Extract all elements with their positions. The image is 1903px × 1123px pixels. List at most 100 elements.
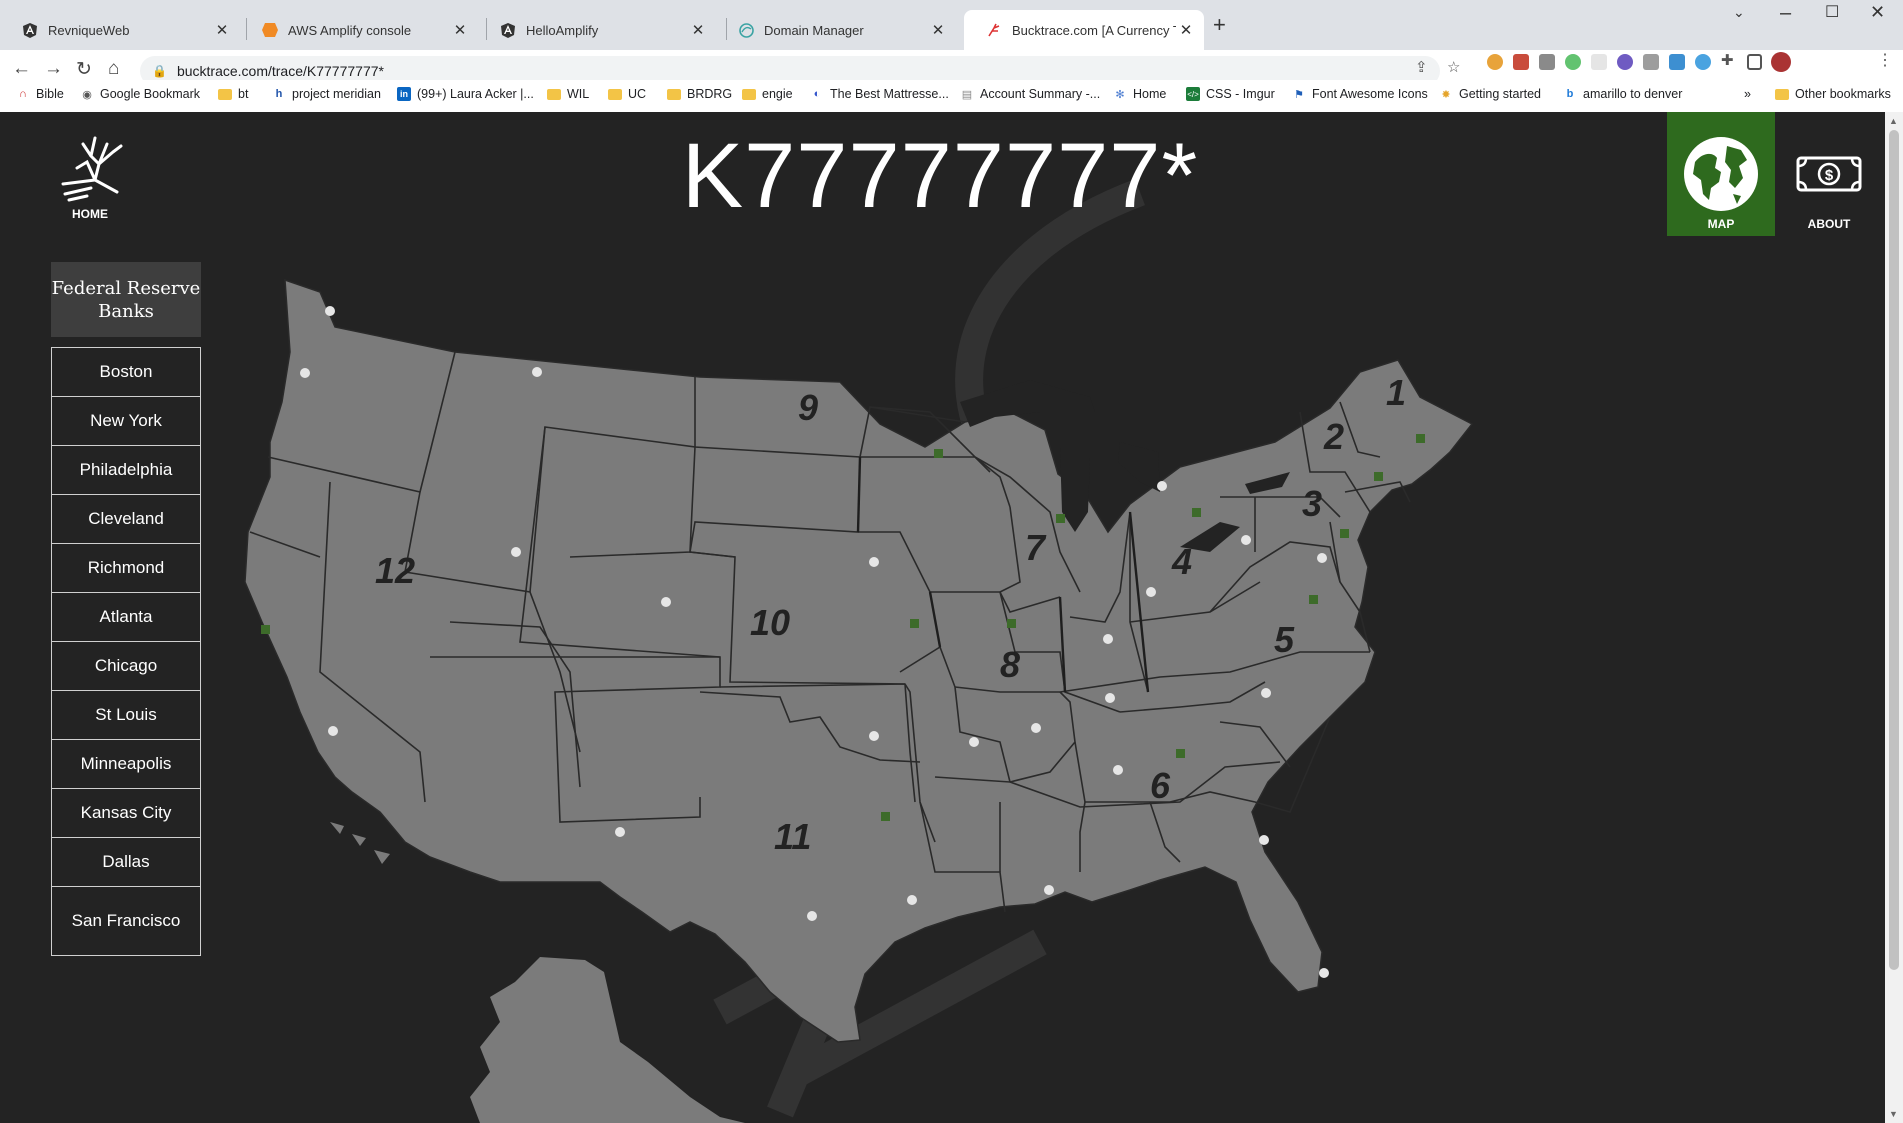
- fed-bank-st-louis[interactable]: St Louis: [52, 690, 200, 739]
- avatar[interactable]: [1771, 52, 1791, 72]
- bookmark-item[interactable]: ✻ Home: [1113, 87, 1166, 101]
- bookmark-item[interactable]: ▤ Account Summary -...: [960, 87, 1100, 101]
- extension-icon[interactable]: [1669, 54, 1685, 70]
- extension-icon[interactable]: [1591, 54, 1607, 70]
- menu-icon[interactable]: ⋮: [1877, 50, 1893, 69]
- bookmark-item[interactable]: engie: [742, 87, 793, 101]
- bookmark-item[interactable]: ◉ Google Bookmark: [80, 87, 200, 101]
- close-tab-icon[interactable]: ✕: [688, 21, 708, 39]
- close-window-button[interactable]: ✕: [1870, 2, 1885, 23]
- branch-marker: [1319, 968, 1329, 978]
- new-tab-button[interactable]: +: [1213, 12, 1226, 38]
- code-icon: </>: [1186, 87, 1200, 101]
- bookmark-item[interactable]: ∩ Bible: [16, 87, 64, 101]
- tab-search-icon[interactable]: ⌄: [1733, 4, 1745, 21]
- angular-icon: [500, 22, 516, 38]
- extension-icon[interactable]: [1617, 54, 1633, 70]
- branch-marker: [1103, 634, 1113, 644]
- bookmark-item[interactable]: </> CSS - Imgur: [1186, 87, 1275, 101]
- fed-bank-richmond[interactable]: Richmond: [52, 543, 200, 592]
- bookmark-item[interactable]: UC: [608, 87, 646, 101]
- bookmark-item[interactable]: ⚑ Font Awesome Icons: [1292, 87, 1428, 101]
- bookmark-item[interactable]: ◐ The Best Mattresse...: [810, 87, 949, 101]
- bookmark-star-icon[interactable]: ☆: [1447, 58, 1460, 76]
- page-title: K77777777*: [681, 125, 1199, 227]
- fed-bank-philadelphia[interactable]: Philadelphia: [52, 445, 200, 494]
- browser-tab[interactable]: HelloAmplify ✕: [478, 10, 716, 50]
- fed-bank-san-francisco[interactable]: San Francisco: [52, 886, 200, 955]
- browser-tab-active[interactable]: Bucktrace.com [A Currency Track ✕: [964, 10, 1204, 50]
- branch-marker: [1259, 835, 1269, 845]
- home-link[interactable]: HOME: [50, 132, 130, 221]
- bookmark-item[interactable]: BRDRG: [667, 87, 732, 101]
- branch-marker: [532, 367, 542, 377]
- bookmark-item[interactable]: b amarillo to denver: [1563, 87, 1683, 101]
- tab-strip: RevniqueWeb ✕ AWS Amplify console ✕ Hell…: [0, 0, 1903, 50]
- folder-icon: [742, 88, 756, 100]
- branch-marker: [1317, 553, 1327, 563]
- scrollbar-thumb[interactable]: [1889, 130, 1899, 970]
- fed-bank-atlanta[interactable]: Atlanta: [52, 592, 200, 641]
- district-number: 9: [798, 387, 818, 428]
- fed-bank-minneapolis[interactable]: Minneapolis: [52, 739, 200, 788]
- district-number: 1: [1386, 372, 1406, 413]
- extension-icon[interactable]: [1643, 54, 1659, 70]
- bookmark-item[interactable]: h project meridian: [272, 87, 381, 101]
- bookmark-item[interactable]: ✸ Getting started: [1439, 87, 1541, 101]
- folder-icon: [1775, 88, 1789, 100]
- site-icon: ◐: [813, 88, 821, 100]
- cloud-extension-icon[interactable]: [1695, 54, 1711, 70]
- globe-icon: [738, 22, 754, 38]
- fed-bank-new-york[interactable]: New York: [52, 396, 200, 445]
- maximize-button[interactable]: ☐: [1825, 2, 1839, 22]
- close-tab-icon[interactable]: ✕: [450, 21, 470, 39]
- more-bookmarks-button[interactable]: »: [1744, 87, 1751, 101]
- extension-icon[interactable]: [1539, 54, 1555, 70]
- bookmark-item[interactable]: WIL: [547, 87, 589, 101]
- h-icon: h: [275, 88, 283, 100]
- forward-button[interactable]: →: [44, 58, 63, 80]
- browser-tab[interactable]: Domain Manager ✕: [716, 10, 956, 50]
- fed-bank-marker: [934, 449, 943, 458]
- district-number: 3: [1302, 483, 1322, 524]
- branch-marker: [1261, 688, 1271, 698]
- district-number: 6: [1150, 765, 1171, 806]
- other-bookmarks[interactable]: Other bookmarks: [1775, 87, 1891, 101]
- fed-bank-dallas[interactable]: Dallas: [52, 837, 200, 886]
- share-icon[interactable]: ⇪: [1415, 58, 1428, 76]
- puzzle-icon[interactable]: ✚: [1721, 51, 1737, 69]
- bing-icon: b: [1566, 88, 1574, 100]
- alaska-shape: [470, 957, 745, 1123]
- back-button[interactable]: ←: [12, 58, 31, 80]
- side-panel-icon[interactable]: [1747, 54, 1762, 70]
- extension-icon[interactable]: [1513, 54, 1529, 70]
- us-mainland-shape: [244, 278, 1474, 1043]
- scroll-down-arrow[interactable]: ▼: [1889, 1109, 1898, 1119]
- map-label: MAP: [1707, 217, 1735, 231]
- fed-bank-cleveland[interactable]: Cleveland: [52, 494, 200, 543]
- extension-icon[interactable]: [1565, 54, 1581, 70]
- bookmark-item[interactable]: bt: [218, 87, 248, 101]
- home-button[interactable]: ⌂: [108, 58, 119, 80]
- folder-icon: [608, 88, 622, 100]
- page-scrollbar[interactable]: ▲ ▼: [1885, 112, 1903, 1123]
- close-tab-icon[interactable]: ✕: [212, 21, 232, 39]
- fed-bank-chicago[interactable]: Chicago: [52, 641, 200, 690]
- close-tab-icon[interactable]: ✕: [1176, 21, 1196, 39]
- bookmark-item[interactable]: in (99+) Laura Acker |...: [397, 87, 534, 101]
- browser-tab[interactable]: RevniqueWeb ✕: [0, 10, 240, 50]
- district-number: 5: [1274, 619, 1295, 660]
- close-tab-icon[interactable]: ✕: [928, 21, 948, 39]
- branch-marker: [325, 306, 335, 316]
- fed-bank-kansas-city[interactable]: Kansas City: [52, 788, 200, 837]
- scroll-up-arrow[interactable]: ▲: [1889, 116, 1898, 126]
- browser-tab[interactable]: AWS Amplify console ✕: [240, 10, 478, 50]
- map-nav-button[interactable]: MAP: [1667, 112, 1775, 236]
- folder-icon: [218, 88, 232, 100]
- about-nav-button[interactable]: $ ABOUT: [1775, 112, 1883, 236]
- extension-icon[interactable]: [1487, 54, 1503, 70]
- minimize-button[interactable]: –: [1780, 2, 1791, 25]
- fed-banks-heading: Federal Reserve Banks: [51, 262, 201, 337]
- reload-button[interactable]: ↻: [76, 58, 92, 81]
- fed-bank-boston[interactable]: Boston: [52, 348, 200, 396]
